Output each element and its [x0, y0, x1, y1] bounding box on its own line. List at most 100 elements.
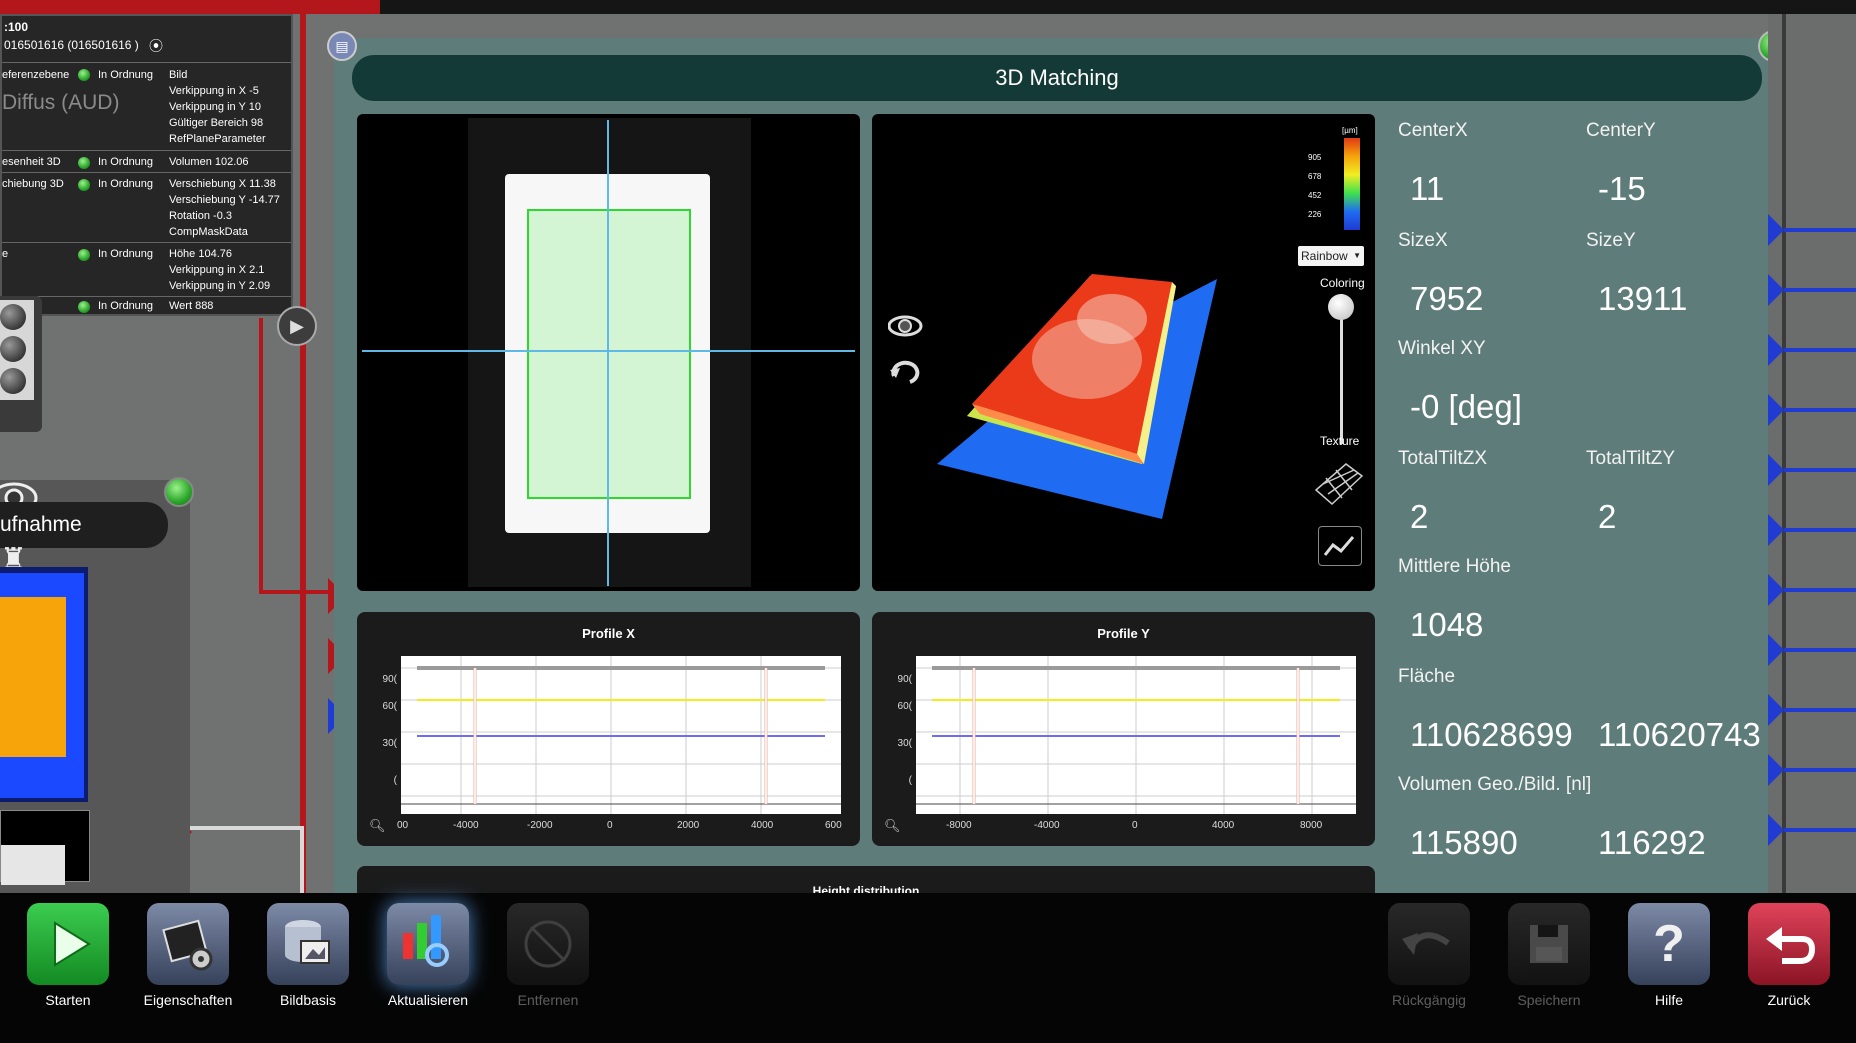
image-view-2d[interactable] [357, 114, 860, 591]
x-tick: 0 [1132, 820, 1138, 831]
preview-thumbnail-3d[interactable] [0, 567, 88, 802]
x-tick: -4000 [453, 820, 479, 831]
wireframe-icon[interactable] [1312, 460, 1366, 508]
x-tick: 4000 [751, 820, 774, 831]
properties-button[interactable] [147, 903, 229, 985]
profile-y-chart[interactable]: Profile Y 90( 60( 30( ( -8000 -4000 0 40… [872, 612, 1375, 846]
lamp-icon [0, 304, 26, 330]
crosshair-vertical [607, 120, 609, 586]
traffic-light-device [0, 296, 42, 432]
camera-label: Diffus (AUD) [2, 91, 120, 114]
slider-top-label: Coloring [1320, 276, 1365, 290]
plot-area [916, 656, 1356, 814]
param-line: Volumen 102.06 [169, 156, 249, 168]
save-button[interactable] [1508, 903, 1590, 985]
database-icon [285, 920, 330, 964]
chip-gear-icon [162, 919, 213, 971]
preview-thumbnail-gray[interactable] [0, 810, 90, 885]
sizex-label: SizeX [1398, 230, 1448, 251]
info-row[interactable]: esenheit 3D In Ordnung Volumen 102.06 [2, 150, 291, 173]
param-line: Höhe 104.76 [169, 248, 232, 260]
remove-button[interactable] [507, 903, 589, 985]
question-icon: ? [1653, 915, 1685, 973]
check-icon [164, 477, 194, 507]
winkel-label: Winkel XY [1398, 338, 1486, 359]
rotate-icon[interactable] [886, 354, 922, 390]
profile-graph-icon[interactable] [1318, 526, 1362, 566]
x-tick: -2000 [527, 820, 553, 831]
info-row[interactable]: In Ordnung Wert 888 [2, 296, 291, 315]
image-database-label: Bildbasis [279, 992, 337, 1008]
help-label: Hilfe [1654, 992, 1683, 1008]
zoom-icon[interactable]: 🔍︎ [884, 818, 901, 834]
image-database-button[interactable] [267, 903, 349, 985]
zoom-icon[interactable]: 🔍︎ [369, 818, 386, 834]
profile-x-chart[interactable]: Profile X 90( 60( 30( ( 00 -4000 -2000 0… [357, 612, 860, 846]
y-tick: 30( [382, 738, 397, 749]
mittlere-hoehe-value: 1048 [1410, 606, 1484, 643]
connector-line [300, 826, 304, 896]
y-tick-labels: 90( 60( 30( ( [876, 650, 912, 799]
y-tick: 90( [382, 674, 397, 685]
param-line: Verschiebung Y -14.77 [169, 194, 280, 206]
tiltzy-label: TotalTiltZY [1586, 448, 1676, 469]
y-tick-labels: 90( 60( 30( ( [361, 650, 397, 799]
location-pin-icon[interactable]: ⦿ [149, 36, 163, 56]
chart-title: Profile X [582, 626, 635, 641]
x-tick: 00 [397, 820, 409, 831]
param-line: Gültiger Bereich 98 [169, 117, 264, 129]
image-view-3d[interactable]: [µm] 905 678 452 226 Rainbow ▼ Coloring … [872, 114, 1375, 591]
back-button[interactable] [1748, 903, 1830, 985]
match-region [527, 209, 691, 499]
y-tick: 30( [897, 738, 912, 749]
param-line: Rotation -0.3 [169, 210, 232, 222]
colorbar-ticks: 905 678 452 226 [1308, 148, 1321, 224]
centery-label: CenterY [1586, 120, 1656, 141]
info-header-line2: 016501616 (016501616 ) [4, 38, 139, 52]
undo-button[interactable] [1388, 903, 1470, 985]
param-line: Verkippung in Y 2.09 [169, 280, 271, 292]
volumen-geo-value: 115890 [1410, 824, 1518, 861]
remove-label: Entfernen [517, 992, 579, 1008]
row-name: eferenzebene [2, 69, 70, 81]
x-tick: 600 [825, 820, 842, 831]
param-line: CompMaskData [169, 226, 248, 238]
winkel-value: -0 [deg] [1410, 388, 1522, 425]
status-text: In Ordnung [98, 248, 154, 260]
colorbar-tick: 678 [1308, 172, 1322, 181]
eye-icon[interactable] [887, 312, 924, 340]
output-connectors [1768, 14, 1856, 894]
mittlere-hoehe-label: Mittlere Höhe [1398, 556, 1511, 577]
centerx-value: 11 [1410, 170, 1445, 207]
param-line: Verkippung in X -5 [169, 85, 259, 97]
palette-dropdown[interactable]: Rainbow ▼ [1298, 246, 1364, 266]
slider-handle[interactable] [1328, 294, 1354, 320]
floppy-disk-icon [1530, 925, 1568, 963]
panel-play-button[interactable]: ▶ [277, 306, 317, 346]
lamp-icon [0, 336, 26, 362]
start-label: Starten [45, 992, 91, 1008]
param-line: RefPlaneParameter [169, 133, 266, 145]
acquisition-node[interactable]: ufnahme ♜ [0, 477, 194, 900]
row-name: esenheit 3D [2, 156, 61, 168]
remove-network-icon [524, 920, 572, 968]
panel-menu-icon[interactable]: ▤ [327, 31, 357, 61]
centerx-label: CenterX [1398, 120, 1468, 141]
slider-bottom-label: Texture [1320, 434, 1360, 448]
x-tick-labels: -8000 -4000 0 4000 8000 [916, 820, 1376, 834]
x-tick: 2000 [677, 820, 700, 831]
undo-label: Rückgängig [1392, 992, 1466, 1008]
start-button[interactable] [27, 903, 109, 985]
back-label: Zurück [1767, 992, 1811, 1008]
top-connector [0, 0, 380, 14]
help-button[interactable]: ? [1628, 903, 1710, 985]
info-row[interactable]: e In Ordnung Höhe 104.76 Verkippung in X… [2, 242, 291, 295]
refresh-button[interactable] [387, 903, 469, 985]
y-tick: 60( [382, 701, 397, 712]
sizey-value: 13911 [1598, 280, 1688, 317]
x-tick: 0 [607, 820, 613, 831]
info-row[interactable]: chiebung 3D In Ordnung Verschiebung X 11… [2, 172, 291, 243]
info-row[interactable]: eferenzebene In Ordnung Bild Verkippung … [2, 62, 291, 151]
tiltzy-value: 2 [1598, 498, 1617, 535]
undo-icon [1402, 932, 1450, 955]
